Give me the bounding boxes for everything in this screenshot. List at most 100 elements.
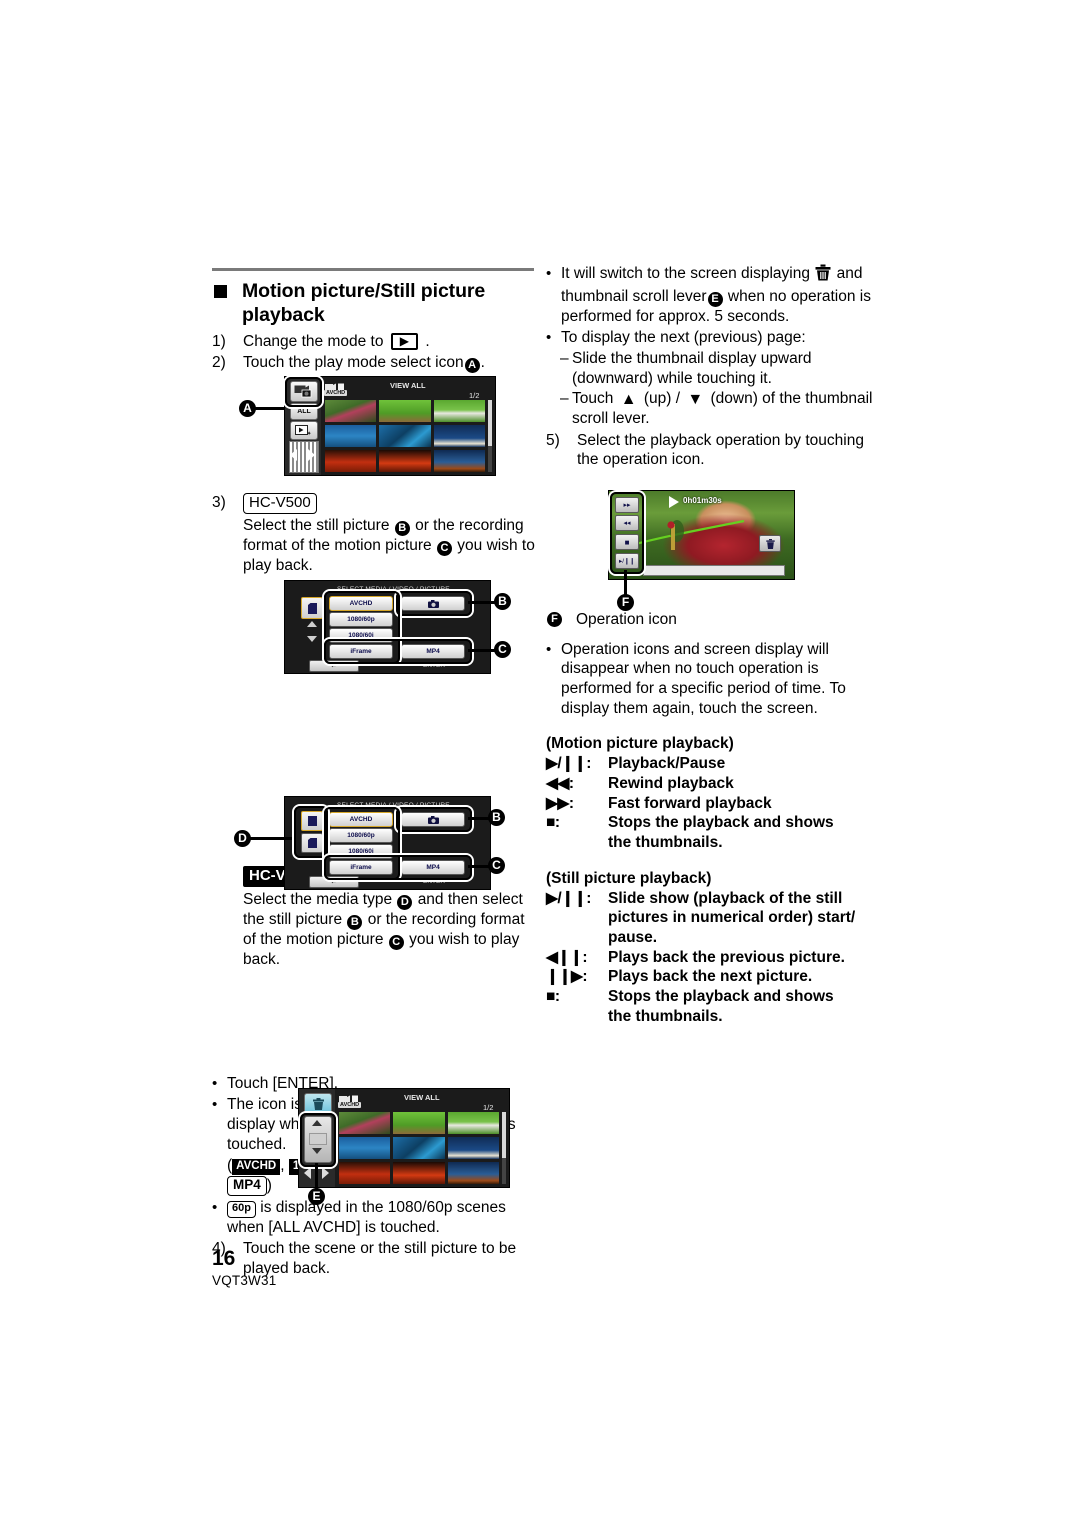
trash-button[interactable]	[304, 1093, 332, 1114]
trash-can-icon	[815, 264, 831, 281]
bullet-next-page-text: To display the next (previous) page:	[561, 329, 806, 347]
scroll-up-icon[interactable]	[307, 621, 317, 627]
callout-line-c	[468, 649, 496, 652]
vertical-scrollbar[interactable]	[488, 400, 492, 472]
step-1-number: 1)	[212, 332, 226, 350]
step-5: 5) Select the playback operation by touc…	[546, 431, 876, 470]
thumbnail-item[interactable]	[393, 1162, 445, 1184]
thumbnail-item[interactable]	[433, 400, 485, 422]
callout-ring-b	[396, 591, 472, 616]
op-symbol-previous-icon: ◀❙❙:	[546, 948, 588, 966]
bullet-icons-disappear-text: Operation icons and screen display will …	[561, 640, 846, 717]
dash-touch-lever: – Touch ▲ (up) / ▼ (down) of the thumbna…	[546, 389, 876, 428]
op-row-slideshow: ▶/❙❙: Slide show (playback of the still	[546, 889, 876, 909]
still-playback-heading: (Still picture playback)	[546, 869, 712, 887]
step-2-text-after: .	[480, 354, 485, 372]
highlight-play-icon: ✦	[295, 424, 311, 437]
marker-c-inline: C	[436, 541, 452, 557]
op-text-fast-forward: Fast forward playback	[608, 794, 772, 812]
op-row-playback-pause: ▶/❙❙: Playback/Pause	[546, 754, 876, 774]
media-type-sd-button[interactable]	[301, 597, 323, 619]
scroll-right-icon[interactable]	[308, 449, 315, 461]
highlight-playback-button[interactable]: ✦	[290, 421, 318, 440]
op-row-next-picture: ❙❙▶: Plays back the next picture.	[546, 967, 876, 987]
bullet-switch-p1: It will switch to the screen displaying	[561, 265, 810, 282]
op-text-stop-still: Stops the playback and shows	[608, 988, 834, 1006]
thumbnail-item[interactable]	[447, 1112, 499, 1134]
trash-icon	[815, 264, 831, 287]
thumbnail-item[interactable]	[325, 425, 377, 447]
step-1-text-before: Change the mode to	[243, 332, 384, 350]
callout-ring-d	[294, 806, 328, 858]
scroll-left-icon[interactable]	[290, 449, 297, 461]
thumbnail-grid[interactable]	[325, 400, 485, 472]
step-5-text: Select the playback operation by touchin…	[577, 431, 864, 469]
scroll-down-icon[interactable]	[307, 636, 317, 642]
thumbnail-item[interactable]	[433, 425, 485, 447]
thumbnail-item[interactable]	[325, 450, 377, 472]
thumbnail-item[interactable]	[325, 400, 377, 422]
marker-c-inline-2: C	[388, 934, 404, 950]
op-symbol-stop-icon: ■:	[546, 814, 560, 832]
thumbnail-item[interactable]	[379, 400, 431, 422]
bullet-next-page: • To display the next (previous) page:	[546, 328, 876, 348]
thumbnail-item[interactable]	[433, 450, 485, 472]
bullet-dot: •	[212, 1074, 218, 1092]
bullet-dot: •	[546, 265, 552, 282]
thumbnail-item[interactable]	[339, 1162, 391, 1184]
op-symbol-fast-forward-icon: ▶▶:	[546, 794, 574, 812]
thumbnail-item[interactable]	[447, 1162, 499, 1184]
scrollbar-thumb-e[interactable]	[502, 1112, 506, 1158]
figure-marker-c: C	[494, 641, 511, 658]
playback-trash-button[interactable]	[759, 535, 781, 552]
figure-marker-b-m: B	[488, 809, 505, 826]
callout-line-a	[255, 407, 285, 410]
bullet-dot: •	[212, 1198, 218, 1216]
thumbnail-grid-e[interactable]	[339, 1112, 499, 1184]
step-5-number: 5)	[546, 431, 560, 449]
op-symbol-play-pause-icon: ▶/❙❙:	[546, 755, 591, 773]
step-2-body: Touch the play mode select icon A.	[243, 353, 536, 374]
paren-close: )	[266, 1176, 272, 1194]
op-text-stop-motion-cont: the thumbnails.	[608, 834, 723, 852]
step-4-text: Touch the scene or the still picture to …	[243, 1240, 517, 1277]
page-title: Motion picture/Still picture playback	[212, 280, 536, 328]
dash-slide-thumbnail: – Slide the thumbnail display upward (do…	[546, 349, 876, 388]
callout-ring-b-m	[396, 807, 472, 832]
op-text-next-picture: Plays back the next picture.	[608, 968, 813, 986]
marker-a-inline: A	[464, 358, 480, 374]
thumbnail-item[interactable]	[339, 1112, 391, 1134]
marker-b-inline-2: B	[347, 914, 363, 930]
scroll-right-icon-e[interactable]	[322, 1167, 329, 1179]
scrollbar-thumb[interactable]	[488, 400, 492, 446]
figure-thumbnail-view-e: AVCHD VIEW ALL 1/2 E	[280, 1088, 530, 1208]
thumbnail-item[interactable]	[393, 1137, 445, 1159]
page-indicator: 1/2	[469, 391, 480, 400]
thumbnail-item[interactable]	[379, 450, 431, 472]
callout-ring-c2-m	[324, 855, 472, 880]
thumbnail-item[interactable]	[393, 1112, 445, 1134]
model-tag-v500: HC-V500	[243, 493, 317, 515]
thumbnail-item[interactable]	[447, 1137, 499, 1159]
vertical-scrollbar-e[interactable]	[502, 1112, 506, 1184]
badge-avchd: AVCHD	[232, 1159, 281, 1175]
badge-60p: 60p	[227, 1200, 256, 1218]
playback-progress-bar[interactable]	[643, 565, 785, 576]
svg-text:✦: ✦	[307, 431, 311, 437]
format-badge-avchd-e: AVCHD	[338, 1102, 362, 1108]
step-2-number: 2)	[212, 354, 226, 372]
op-text-rewind: Rewind playback	[608, 775, 734, 793]
bullet-dot: •	[546, 329, 552, 347]
scroll-left-icon-e[interactable]	[304, 1167, 311, 1179]
step-2: 2) Touch the play mode select icon A.	[212, 353, 536, 374]
callout-ring-f	[610, 492, 644, 574]
thumbnail-item[interactable]	[339, 1137, 391, 1159]
thumbnail-item[interactable]	[379, 425, 431, 447]
figure-marker-d: D	[234, 830, 251, 847]
left-column: Motion picture/Still picture playback 1)…	[212, 268, 536, 1279]
playback-timecode: 0h01m30s	[683, 496, 722, 505]
step-1-body: Change the mode to ▶ .	[243, 332, 536, 352]
triangle-up-icon: ▲	[620, 391, 637, 409]
op-text-stop-still-cont: the thumbnails.	[608, 1007, 723, 1025]
op-row-previous-picture: ◀❙❙: Plays back the previous picture.	[546, 948, 876, 968]
